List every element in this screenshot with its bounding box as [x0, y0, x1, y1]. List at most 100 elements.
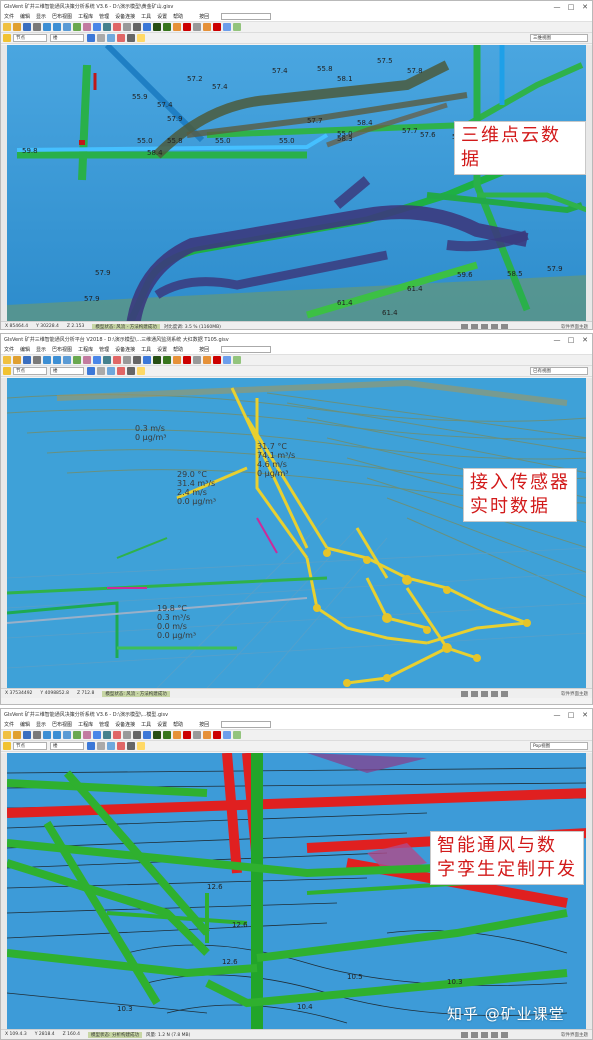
undo-icon[interactable] — [43, 356, 51, 364]
zoom-icon[interactable] — [123, 23, 131, 31]
menu-manage[interactable]: 管理 — [99, 721, 109, 728]
menu-settings[interactable]: 设置 — [157, 346, 167, 353]
link-icon[interactable] — [193, 356, 201, 364]
save-icon[interactable] — [23, 356, 31, 364]
minimize-button[interactable]: — — [550, 711, 564, 719]
status-icon[interactable] — [471, 1031, 478, 1038]
print-icon[interactable] — [33, 731, 41, 739]
view-select[interactable]: 节点 — [13, 742, 47, 750]
menu-tools[interactable]: 工具 — [141, 13, 151, 20]
status-icon[interactable] — [461, 690, 468, 697]
select-icon[interactable] — [3, 742, 11, 750]
palette-icon[interactable] — [117, 34, 125, 42]
copy-icon[interactable] — [73, 356, 81, 364]
open-file-icon[interactable] — [13, 23, 21, 31]
menu-file[interactable]: 文件 — [4, 346, 14, 353]
menu-device[interactable]: 设备连接 — [115, 13, 135, 20]
fire-icon[interactable] — [203, 23, 211, 31]
menu-view[interactable]: 显示 — [36, 13, 46, 20]
menu-tools[interactable]: 工具 — [141, 346, 151, 353]
save-icon[interactable] — [23, 731, 31, 739]
view-mode-select[interactable]: 已有视图 — [530, 367, 588, 375]
warning-icon[interactable] — [173, 731, 181, 739]
save-icon[interactable] — [23, 23, 31, 31]
print-icon[interactable] — [33, 356, 41, 364]
viewport-3d[interactable]: 57.4 57.4 55.9 57.2 57.4 57.9 55.8 57.5 58.1 57.8… — [7, 45, 586, 321]
close-button[interactable]: ✕ — [578, 336, 592, 344]
redo-icon[interactable] — [53, 731, 61, 739]
eye-icon[interactable] — [127, 742, 135, 750]
status-icon[interactable] — [501, 323, 508, 329]
network-icon[interactable] — [93, 23, 101, 31]
fire-icon[interactable] — [203, 731, 211, 739]
status-icon[interactable] — [461, 323, 468, 329]
theme-link[interactable]: 软件界面主题 — [561, 691, 588, 697]
cut-icon[interactable] — [63, 731, 71, 739]
layers-icon[interactable] — [113, 731, 121, 739]
layer-select[interactable]: 楼 — [50, 367, 84, 375]
layer-select[interactable]: 楼 — [50, 742, 84, 750]
open-file-icon[interactable] — [13, 731, 21, 739]
select-icon[interactable] — [3, 367, 11, 375]
rotate-icon[interactable] — [143, 356, 151, 364]
maximize-button[interactable]: □ — [564, 711, 578, 719]
gear-icon[interactable] — [223, 356, 231, 364]
stop-icon[interactable] — [183, 731, 191, 739]
menu-custom-view[interactable]: 巴布视图 — [52, 13, 72, 20]
close-button[interactable]: ✕ — [578, 711, 592, 719]
status-icon[interactable] — [501, 1031, 508, 1038]
menu-help[interactable]: 帮助 — [173, 13, 183, 20]
cube-icon[interactable] — [107, 742, 115, 750]
arrow-icon[interactable] — [87, 34, 95, 42]
new-file-icon[interactable] — [3, 731, 11, 739]
undo-icon[interactable] — [43, 731, 51, 739]
menu-settings[interactable]: 设置 — [157, 721, 167, 728]
new-file-icon[interactable] — [3, 356, 11, 364]
menu-view[interactable]: 显示 — [36, 721, 46, 728]
light-icon[interactable] — [137, 742, 145, 750]
pencil-icon[interactable] — [153, 356, 161, 364]
rotate-icon[interactable] — [143, 731, 151, 739]
paste-icon[interactable] — [83, 731, 91, 739]
pan-icon[interactable] — [133, 356, 141, 364]
viewport-3d[interactable]: 31.7 °C 74.1 m³/s 4.6 m/s 0 μg/m³ 29.0 °… — [7, 378, 586, 688]
status-icon[interactable] — [491, 323, 498, 329]
eye-icon[interactable] — [127, 34, 135, 42]
menu-edit[interactable]: 编辑 — [20, 13, 30, 20]
status-icon[interactable] — [471, 323, 478, 329]
arrow-icon[interactable] — [87, 367, 95, 375]
link-icon[interactable] — [193, 731, 201, 739]
menu-manage[interactable]: 管理 — [99, 13, 109, 20]
layers-icon[interactable] — [113, 23, 121, 31]
menu-settings[interactable]: 设置 — [157, 13, 167, 20]
rotate-icon[interactable] — [143, 23, 151, 31]
globe-icon[interactable] — [103, 731, 111, 739]
menu-device[interactable]: 设备连接 — [115, 721, 135, 728]
menu-custom-view[interactable]: 巴布视图 — [52, 346, 72, 353]
pencil-icon[interactable] — [153, 23, 161, 31]
chart-icon[interactable] — [233, 23, 241, 31]
arrow-icon[interactable] — [87, 742, 95, 750]
pin-icon[interactable] — [213, 23, 221, 31]
status-icon[interactable] — [461, 1031, 468, 1038]
grid-icon[interactable] — [97, 742, 105, 750]
warning-icon[interactable] — [173, 23, 181, 31]
menu-project[interactable]: 工程库 — [78, 346, 93, 353]
menu-custom-view[interactable]: 巴布视图 — [52, 721, 72, 728]
gear-icon[interactable] — [223, 23, 231, 31]
paste-icon[interactable] — [83, 23, 91, 31]
cube-icon[interactable] — [107, 367, 115, 375]
chart-icon[interactable] — [233, 356, 241, 364]
maximize-button[interactable]: □ — [564, 336, 578, 344]
grid-icon[interactable] — [97, 34, 105, 42]
stop-icon[interactable] — [183, 23, 191, 31]
maximize-button[interactable]: □ — [564, 3, 578, 11]
fan-icon[interactable] — [163, 23, 171, 31]
menu-edit[interactable]: 编辑 — [20, 721, 30, 728]
status-icon[interactable] — [481, 1031, 488, 1038]
menu-file[interactable]: 文件 — [4, 13, 14, 20]
layer-select[interactable]: 楼 — [50, 34, 84, 42]
link-icon[interactable] — [193, 23, 201, 31]
theme-link[interactable]: 软件界面主题 — [561, 1032, 588, 1038]
menu-device[interactable]: 设备连接 — [115, 346, 135, 353]
